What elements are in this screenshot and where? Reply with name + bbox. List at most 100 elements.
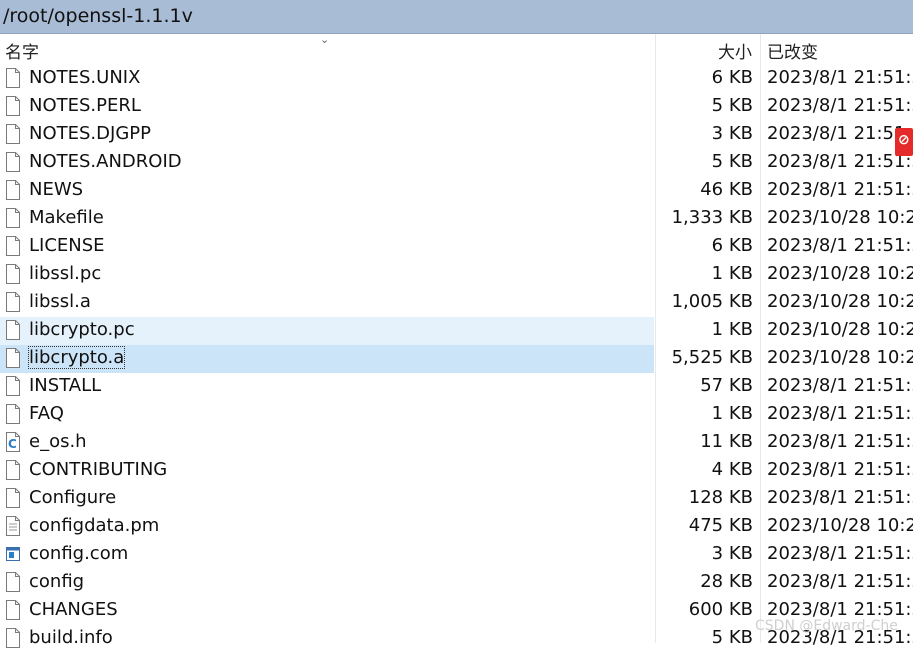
file-row[interactable]: NEWS 46 KB 2023/8/1 21:51:3 [0,177,913,205]
file-name: libcrypto.a [27,346,126,369]
file-row[interactable]: configdata.pm 475 KB 2023/10/28 10:2 [0,513,913,541]
file-name: LICENSE [29,235,105,256]
file-icon [6,292,20,312]
row-background [0,289,654,317]
file-size: 475 KB [688,515,753,536]
file-icon [6,572,20,592]
file-size: 1 KB [711,403,753,424]
file-row[interactable]: config 28 KB 2023/8/1 21:51:3 [0,569,913,597]
current-path: /root/openssl-1.1.1v [3,5,193,27]
file-name: libssl.pc [29,263,102,284]
file-size: 5 KB [711,151,753,172]
file-icon [6,96,20,116]
file-modified-date: 2023/8/1 21:51:3 [767,67,913,88]
file-modified-date: 2023/10/28 10:2 [767,207,913,228]
file-name: Configure [29,487,117,508]
text-file-icon [6,516,20,536]
file-name: NOTES.ANDROID [29,151,182,172]
file-icon [6,628,20,648]
file-row[interactable]: libcrypto.a 5,525 KB 2023/10/28 10:2 [0,345,913,373]
file-name: NOTES.DJGPP [29,123,151,144]
file-modified-date: 2023/8/1 21:51 [767,123,906,144]
file-name: INSTALL [29,375,102,396]
file-row[interactable]: INSTALL 57 KB 2023/8/1 21:51:3 [0,373,913,401]
file-modified-date: 2023/10/28 10:2 [767,515,913,536]
file-row[interactable]: libssl.pc 1 KB 2023/10/28 10:2 [0,261,913,289]
file-row[interactable]: NOTES.DJGPP 3 KB 2023/8/1 21:51 [0,121,913,149]
file-icon [6,488,20,508]
file-modified-date: 2023/8/1 21:51:3 [767,431,913,452]
file-name: configdata.pm [29,515,160,536]
file-name: CONTRIBUTING [29,459,168,480]
file-size: 46 KB [700,179,753,200]
svg-text:C: C [8,437,17,451]
file-modified-date: 2023/8/1 21:51:3 [767,95,913,116]
watermark: CSDN @Edward-Che [755,618,898,634]
file-row[interactable]: libssl.a 1,005 KB 2023/10/28 10:2 [0,289,913,317]
file-name: Makefile [29,207,104,228]
file-size: 3 KB [711,123,753,144]
file-size: 57 KB [700,375,753,396]
file-row[interactable]: libcrypto.pc 1 KB 2023/10/28 10:2 [0,317,913,345]
file-modified-date: 2023/8/1 21:51:3 [767,459,913,480]
file-size: 1,005 KB [671,291,753,312]
file-icon [6,320,20,340]
file-size: 3 KB [711,543,753,564]
file-size: 1 KB [711,319,753,340]
file-icon [6,404,20,424]
file-size: 5 KB [711,627,753,648]
c-header-icon: C [6,432,20,452]
file-icon [6,348,20,368]
file-size: 6 KB [711,235,753,256]
row-background [0,177,654,205]
file-icon [6,600,20,620]
file-size: 4 KB [711,459,753,480]
file-row[interactable]: NOTES.PERL 5 KB 2023/8/1 21:51:3 [0,93,913,121]
file-size: 600 KB [688,599,753,620]
file-modified-date: 2023/8/1 21:51:3 [767,403,913,424]
column-header: 名字 大小 已改变 [0,34,913,64]
file-row[interactable]: NOTES.ANDROID 5 KB 2023/8/1 21:51:3 [0,149,913,177]
file-modified-date: 2023/8/1 21:51:3 [767,235,913,256]
file-row[interactable]: Makefile 1,333 KB 2023/10/28 10:2 [0,205,913,233]
file-size: 5 KB [711,95,753,116]
file-icon [6,208,20,228]
file-icon [6,180,20,200]
file-row[interactable]: config.com 3 KB 2023/8/1 21:51:3 [0,541,913,569]
file-icon [6,264,20,284]
file-row[interactable]: CONTRIBUTING 4 KB 2023/8/1 21:51:3 [0,457,913,485]
column-size-header[interactable]: 大小 [718,38,752,63]
file-name: config [29,571,85,592]
file-size: 6 KB [711,67,753,88]
file-size: 11 KB [700,431,753,452]
file-name: NOTES.UNIX [29,67,141,88]
file-row[interactable]: Ce_os.h 11 KB 2023/8/1 21:51:3 [0,429,913,457]
file-icon [6,68,20,88]
row-background [0,569,654,597]
path-bar[interactable]: /root/openssl-1.1.1v [0,0,913,34]
pdf-icon: ⊘ [895,128,913,156]
column-date-header[interactable]: 已改变 [767,38,818,63]
file-name: build.info [29,627,113,648]
app-icon [6,547,20,561]
file-modified-date: 2023/8/1 21:51:3 [767,151,913,172]
file-icon [6,376,20,396]
file-row[interactable]: FAQ 1 KB 2023/8/1 21:51:3 [0,401,913,429]
file-row[interactable]: Configure 128 KB 2023/8/1 21:51:3 [0,485,913,513]
file-size: 5,525 KB [671,347,753,368]
file-modified-date: 2023/10/28 10:2 [767,347,913,368]
file-name: CHANGES [29,599,118,620]
file-modified-date: 2023/8/1 21:51:3 [767,599,913,620]
file-row[interactable]: NOTES.UNIX 6 KB 2023/8/1 21:51:3 [0,65,913,93]
file-modified-date: 2023/8/1 21:51:3 [767,375,913,396]
sort-chevron-icon: ⌄ [320,33,330,46]
file-size: 128 KB [688,487,753,508]
file-row[interactable]: LICENSE 6 KB 2023/8/1 21:51:3 [0,233,913,261]
file-modified-date: 2023/8/1 21:51:3 [767,179,913,200]
file-name: config.com [29,543,129,564]
column-name-header[interactable]: 名字 [5,38,39,63]
file-name: libssl.a [29,291,91,312]
file-name: e_os.h [29,431,87,452]
file-modified-date: 2023/8/1 21:51:3 [767,571,913,592]
file-size: 1 KB [711,263,753,284]
